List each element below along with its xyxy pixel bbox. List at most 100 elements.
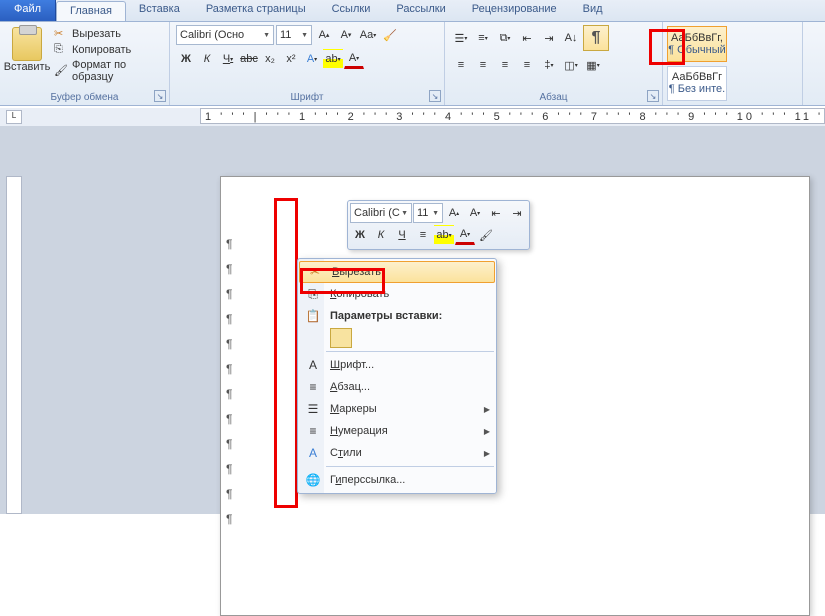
style-no-spacing[interactable]: АаБбВвГг ¶ Без инте. (667, 66, 727, 102)
justify-button[interactable]: ≡ (517, 55, 537, 75)
tab-selector[interactable]: L (6, 110, 22, 124)
separator (326, 466, 494, 467)
cut-button[interactable]: ✂Вырезать (54, 27, 163, 41)
decrease-indent-button[interactable]: ⇤ (517, 28, 537, 48)
tab-layout[interactable]: Разметка страницы (193, 0, 319, 21)
group-font: Calibri (Осно▼ 11▼ A▴ A▾ Aa▾ 🧹 Ж К Ч▾ ab… (170, 22, 445, 105)
ctx-paste-button[interactable] (298, 327, 496, 349)
paste-label: Вставить (4, 61, 51, 73)
tab-view[interactable]: Вид (570, 0, 616, 21)
ctx-hyperlink[interactable]: 🌐 Гиперссылка... (298, 469, 496, 491)
ctx-font[interactable]: A Шрифт... (298, 354, 496, 376)
pilcrow-mark: ¶ (226, 512, 232, 526)
ctx-numbering[interactable]: ≡ Нумерация ▶ (298, 420, 496, 442)
pilcrow-mark: ¶ (226, 437, 232, 451)
clear-formatting-button[interactable]: 🧹 (380, 25, 400, 45)
group-label-font: Шрифт (176, 90, 438, 105)
align-center-button[interactable]: ≡ (473, 55, 493, 75)
superscript-button[interactable]: x² (281, 49, 301, 69)
font-icon: A (304, 357, 322, 373)
shrink-font-button[interactable]: A▾ (336, 25, 356, 45)
numbering-button[interactable]: ≡▾ (473, 28, 493, 48)
pilcrow-mark: ¶ (226, 487, 232, 501)
highlight-cut (300, 268, 385, 294)
ctx-paste-options: 📋 Параметры вставки: (298, 305, 496, 327)
mini-italic[interactable]: К (371, 225, 391, 245)
highlight-button[interactable]: ab▾ (323, 49, 343, 69)
tab-mailings[interactable]: Рассылки (383, 0, 458, 21)
mini-shrink-font[interactable]: A▾ (465, 203, 485, 223)
tab-references[interactable]: Ссылки (319, 0, 384, 21)
mini-font-color[interactable]: A▾ (455, 225, 475, 245)
group-clipboard: Вставить ✂Вырезать ⎘Копировать 🖌Формат п… (0, 22, 170, 105)
mini-grow-font[interactable]: A▴ (444, 203, 464, 223)
tab-review[interactable]: Рецензирование (459, 0, 570, 21)
pilcrow-mark: ¶ (226, 362, 232, 376)
pilcrow-mark: ¶ (226, 287, 232, 301)
align-right-button[interactable]: ≡ (495, 55, 515, 75)
paste-button[interactable]: Вставить (6, 25, 48, 83)
ruler-area: L 1 ' ' ' | ' ' ' 1 ' ' ' 2 ' ' ' 3 ' ' … (0, 108, 825, 128)
text-effects-button[interactable]: A▾ (302, 49, 322, 69)
multilevel-button[interactable]: ⧉▾ (495, 28, 515, 48)
group-label-clipboard: Буфер обмена (6, 90, 163, 105)
scissors-icon: ✂ (54, 27, 68, 41)
clipboard-launcher[interactable]: ↘ (154, 90, 166, 102)
mini-format-painter[interactable]: 🖌 (476, 225, 496, 245)
copy-button[interactable]: ⎘Копировать (54, 43, 163, 57)
mini-align-center[interactable]: ≡ (413, 225, 433, 245)
mini-font-combo[interactable]: Calibri (С▼ (350, 203, 412, 223)
ctx-styles[interactable]: A Стили ▶ (298, 442, 496, 464)
pilcrow-mark: ¶ (226, 262, 232, 276)
underline-button[interactable]: Ч▾ (218, 49, 238, 69)
styles-icon: A (304, 445, 322, 461)
separator (326, 351, 494, 352)
line-spacing-button[interactable]: ‡▾ (539, 55, 559, 75)
numbering-icon: ≡ (304, 423, 322, 439)
pilcrow-mark: ¶ (226, 412, 232, 426)
mini-size-combo[interactable]: 11▼ (413, 203, 443, 223)
copy-icon: ⎘ (54, 43, 68, 57)
font-launcher[interactable]: ↘ (429, 90, 441, 102)
tab-file[interactable]: Файл (0, 0, 56, 21)
tab-insert[interactable]: Вставка (126, 0, 193, 21)
italic-button[interactable]: К (197, 49, 217, 69)
pilcrow-mark: ¶ (226, 237, 232, 251)
hyperlink-icon: 🌐 (304, 472, 322, 488)
shading-button[interactable]: ◫▾ (561, 55, 581, 75)
font-color-button[interactable]: A▾ (344, 49, 364, 69)
bullets-button[interactable]: ☰▾ (451, 28, 471, 48)
submenu-arrow-icon: ▶ (484, 449, 490, 458)
mini-underline[interactable]: Ч (392, 225, 412, 245)
mini-decrease-indent[interactable]: ⇤ (486, 203, 506, 223)
borders-button[interactable]: ▦▾ (583, 55, 603, 75)
paste-icon (12, 27, 42, 61)
vertical-ruler[interactable] (6, 176, 22, 514)
font-name-combo[interactable]: Calibri (Осно▼ (176, 25, 274, 45)
align-left-button[interactable]: ≡ (451, 55, 471, 75)
font-size-combo[interactable]: 11▼ (276, 25, 312, 45)
group-label-paragraph: Абзац (451, 90, 656, 105)
strike-button[interactable]: abc (239, 49, 259, 69)
paste-icon: 📋 (304, 308, 322, 324)
ctx-paragraph[interactable]: ≡ Абзац... (298, 376, 496, 398)
grow-font-button[interactable]: A▴ (314, 25, 334, 45)
paragraph-icon: ≡ (304, 379, 322, 395)
ctx-bullets[interactable]: ☰ Маркеры ▶ (298, 398, 496, 420)
increase-indent-button[interactable]: ⇥ (539, 28, 559, 48)
paragraph-launcher[interactable]: ↘ (647, 90, 659, 102)
show-marks-button[interactable]: ¶ (583, 25, 609, 51)
bold-button[interactable]: Ж (176, 49, 196, 69)
mini-highlight[interactable]: ab▾ (434, 225, 454, 245)
mini-bold[interactable]: Ж (350, 225, 370, 245)
mini-increase-indent[interactable]: ⇥ (507, 203, 527, 223)
tab-home[interactable]: Главная (56, 1, 126, 21)
pilcrow-mark: ¶ (226, 462, 232, 476)
pilcrow-mark: ¶ (226, 337, 232, 351)
horizontal-ruler[interactable]: 1 ' ' ' | ' ' ' 1 ' ' ' 2 ' ' ' 3 ' ' ' … (200, 108, 825, 124)
sort-button[interactable]: A↓ (561, 28, 581, 48)
brush-icon: 🖌 (54, 64, 68, 78)
change-case-button[interactable]: Aa▾ (358, 25, 378, 45)
format-painter-button[interactable]: 🖌Формат по образцу (54, 59, 163, 83)
subscript-button[interactable]: x₂ (260, 49, 280, 69)
